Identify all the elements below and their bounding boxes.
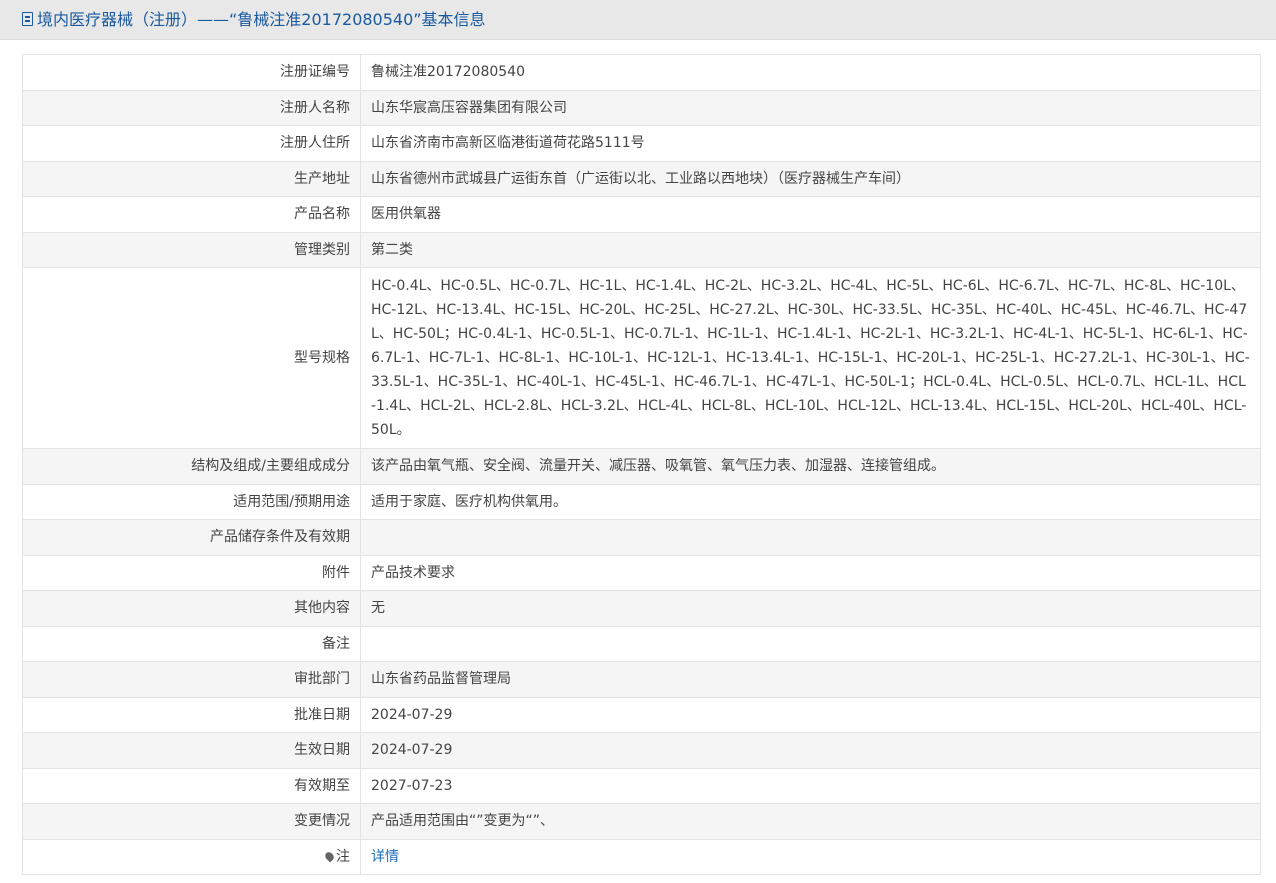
page-title: 境内医疗器械（注册）——“鲁械注准20172080540”基本信息 <box>37 10 486 29</box>
row-value-management-category: 第二类 <box>360 231 1261 268</box>
table-row: 注册人名称 山东华宸高压容器集团有限公司 <box>22 89 1261 126</box>
page-header: 境内医疗器械（注册）——“鲁械注准20172080540”基本信息 <box>0 0 1276 40</box>
row-value-attachment: 产品技术要求 <box>360 554 1261 591</box>
row-value-registration-number: 鲁械注准20172080540 <box>360 54 1261 91</box>
row-value-intended-use: 适用于家庭、医疗机构供氧用。 <box>360 483 1261 520</box>
row-label-attachment: 附件 <box>22 554 361 591</box>
row-label-management-category: 管理类别 <box>22 231 361 268</box>
table-row: 有效期至 2027-07-23 <box>22 767 1261 804</box>
table-row: 批准日期 2024-07-29 <box>22 696 1261 733</box>
row-label-approval-dept: 审批部门 <box>22 661 361 698</box>
row-label-storage: 产品储存条件及有效期 <box>22 519 361 556</box>
details-link[interactable]: 详情 <box>371 849 399 865</box>
row-label-remarks: 备注 <box>22 625 361 662</box>
table-row: 附件 产品技术要求 <box>22 554 1261 591</box>
info-table: 注册证编号 鲁械注准20172080540 注册人名称 山东华宸高压容器集团有限… <box>22 54 1261 875</box>
row-label-intended-use: 适用范围/预期用途 <box>22 483 361 520</box>
row-value-registrant-name: 山东华宸高压容器集团有限公司 <box>360 89 1261 126</box>
row-value-remarks <box>360 625 1261 662</box>
row-value-approval-dept: 山东省药品监督管理局 <box>360 661 1261 698</box>
table-row: 备注 <box>22 625 1261 662</box>
row-label-other: 其他内容 <box>22 590 361 627</box>
table-row: 管理类别 第二类 <box>22 231 1261 268</box>
row-label-registrant-address: 注册人住所 <box>22 125 361 162</box>
row-value-other: 无 <box>360 590 1261 627</box>
row-label-expiry-date: 有效期至 <box>22 767 361 804</box>
row-value-production-address: 山东省德州市武城县广运街东首（广运街以北、工业路以西地块）（医疗器械生产车间） <box>360 160 1261 197</box>
row-label-model-spec: 型号规格 <box>22 267 361 449</box>
row-value-effective-date: 2024-07-29 <box>360 732 1261 769</box>
table-row: 审批部门 山东省药品监督管理局 <box>22 661 1261 698</box>
row-label-production-address: 生产地址 <box>22 160 361 197</box>
row-value-model-spec: HC-0.4L、HC-0.5L、HC-0.7L、HC-1L、HC-1.4L、HC… <box>360 267 1261 449</box>
row-label-approval-date: 批准日期 <box>22 696 361 733</box>
row-value-storage <box>360 519 1261 556</box>
row-value-expiry-date: 2027-07-23 <box>360 767 1261 804</box>
table-row: 变更情况 产品适用范围由“”变更为“”、 <box>22 803 1261 840</box>
row-label-registrant-name: 注册人名称 <box>22 89 361 126</box>
row-value-registrant-address: 山东省济南市高新区临港街道荷花路5111号 <box>360 125 1261 162</box>
row-label-registration-number: 注册证编号 <box>22 54 361 91</box>
row-label-structure: 结构及组成/主要组成成分 <box>22 448 361 485</box>
row-value-structure: 该产品由氧气瓶、安全阀、流量开关、减压器、吸氧管、氧气压力表、加湿器、连接管组成… <box>360 448 1261 485</box>
table-row: 结构及组成/主要组成成分 该产品由氧气瓶、安全阀、流量开关、减压器、吸氧管、氧气… <box>22 448 1261 485</box>
table-row: 其他内容 无 <box>22 590 1261 627</box>
row-label-effective-date: 生效日期 <box>22 732 361 769</box>
row-value-note: 详情 <box>360 838 1261 875</box>
table-row: 适用范围/预期用途 适用于家庭、医疗机构供氧用。 <box>22 483 1261 520</box>
table-row: 型号规格 HC-0.4L、HC-0.5L、HC-0.7L、HC-1L、HC-1.… <box>22 267 1261 449</box>
row-value-approval-date: 2024-07-29 <box>360 696 1261 733</box>
table-row: 注册证编号 鲁械注准20172080540 <box>22 54 1261 91</box>
document-icon <box>22 12 33 26</box>
row-label-changes: 变更情况 <box>22 803 361 840</box>
table-row: 注册人住所 山东省济南市高新区临港街道荷花路5111号 <box>22 125 1261 162</box>
row-value-product-name: 医用供氧器 <box>360 196 1261 233</box>
row-label-product-name: 产品名称 <box>22 196 361 233</box>
table-row: 产品储存条件及有效期 <box>22 519 1261 556</box>
row-value-changes: 产品适用范围由“”变更为“”、 <box>360 803 1261 840</box>
table-row: 产品名称 医用供氧器 <box>22 196 1261 233</box>
note-label-text: 注 <box>336 848 350 865</box>
table-row: 生效日期 2024-07-29 <box>22 732 1261 769</box>
pin-icon <box>323 850 336 863</box>
table-row: 生产地址 山东省德州市武城县广运街东首（广运街以北、工业路以西地块）（医疗器械生… <box>22 160 1261 197</box>
row-label-note: 注 <box>22 838 361 875</box>
table-row: 注 详情 <box>22 838 1261 875</box>
